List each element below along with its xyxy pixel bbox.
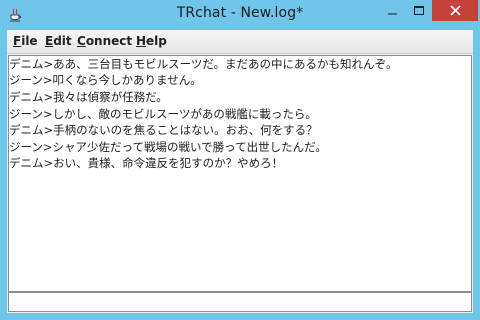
maximize-icon (414, 5, 424, 15)
chat-line: ジーン>シャア少佐だって戦場の戦いで勝って出世したんだ。 (9, 140, 327, 154)
menu-help-label: elp (146, 34, 167, 48)
menu-edit-label: dit (53, 34, 72, 48)
message-input[interactable] (9, 293, 471, 311)
message-input-box[interactable] (8, 292, 472, 312)
chat-line: ジーン>叩くなら今しかありません。 (9, 73, 202, 87)
chat-line: ジーン>しかし、敵のモビルスーツがあの戦艦に載ったら。 (9, 107, 317, 121)
chat-log[interactable]: デニム>ああ、三台目もモビルスーツだ。まだあの中にあるかも知れんぞ。 ジーン>叩… (8, 55, 472, 292)
close-button[interactable] (432, 0, 478, 21)
app-window: TRchat - New.log* File Edit Connect Help… (0, 0, 480, 320)
menu-file-mnemonic: F (13, 34, 22, 48)
title-bar[interactable]: TRchat - New.log* (0, 0, 480, 30)
close-icon (449, 5, 461, 16)
menu-help[interactable]: Help (136, 34, 167, 48)
menu-file[interactable]: File (13, 34, 38, 48)
menu-edit-mnemonic: E (45, 34, 54, 48)
menu-connect-label: onnect (85, 34, 133, 48)
menu-connect-mnemonic: C (77, 34, 86, 48)
chat-line: デニム>おい、貴様、命令違反を犯すのか？やめろ！ (9, 156, 284, 170)
chat-line: デニム>ああ、三台目もモビルスーツだ。まだあの中にあるかも知れんぞ。 (9, 57, 398, 71)
menu-bar: File Edit Connect Help (7, 30, 473, 54)
chat-line: デニム>手柄のないのを焦ることはない。おお、何をする？ (9, 123, 318, 137)
menu-file-label: ile (21, 34, 38, 48)
menu-help-mnemonic: H (136, 34, 147, 48)
maximize-button[interactable] (406, 0, 432, 21)
menu-connect[interactable]: Connect (77, 34, 132, 48)
menu-edit[interactable]: Edit (45, 34, 72, 48)
minimize-button[interactable] (379, 0, 406, 21)
client-area: File Edit Connect Help デニム>ああ、三台目もモビルスーツ… (7, 30, 473, 313)
chat-line: デニム>我々は偵察が任務だ。 (9, 90, 168, 104)
minimize-icon (387, 13, 397, 14)
